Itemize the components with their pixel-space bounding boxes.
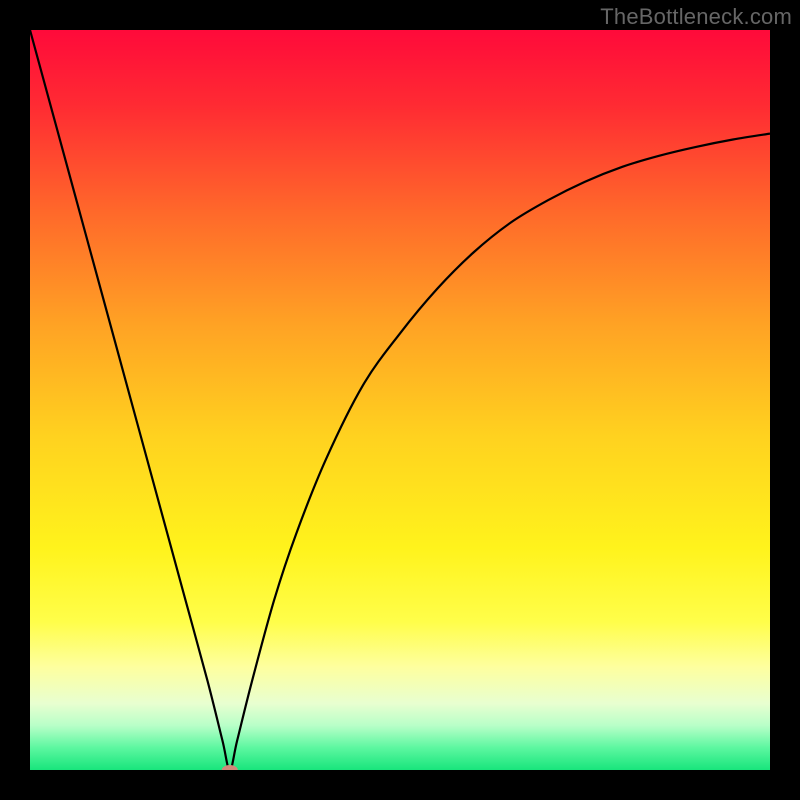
- chart-frame: TheBottleneck.com: [0, 0, 800, 800]
- plot-area: [30, 30, 770, 770]
- watermark-text: TheBottleneck.com: [600, 4, 792, 30]
- bottleneck-chart: [30, 30, 770, 770]
- gradient-background: [30, 30, 770, 770]
